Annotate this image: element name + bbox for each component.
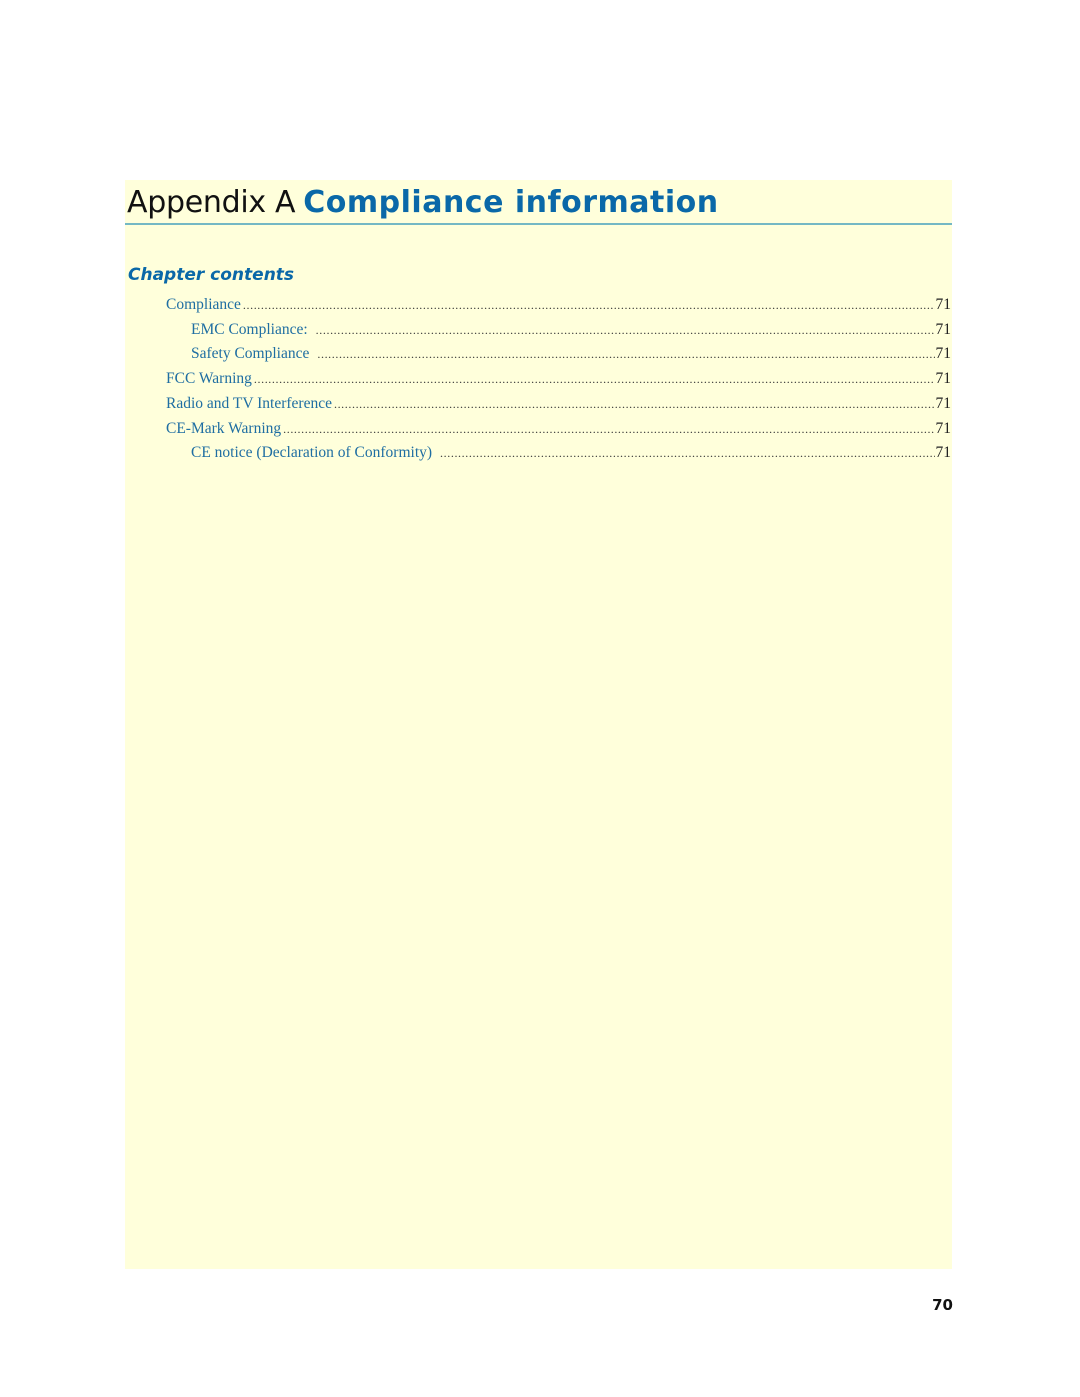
page-number: 70 <box>932 1296 953 1314</box>
toc-entry-ce-mark-warning[interactable]: CE-Mark Warning 71 <box>166 418 951 440</box>
toc-entry-page[interactable]: 71 <box>935 393 952 415</box>
dot-leader <box>254 368 935 390</box>
toc-entry-safety-compliance[interactable]: Safety Compliance 71 <box>191 343 951 365</box>
toc-entry-label[interactable]: CE notice (Declaration of Conformity) <box>191 442 440 464</box>
toc-entry-label[interactable]: Compliance <box>166 294 243 316</box>
toc-entry-label[interactable]: CE-Mark Warning <box>166 418 283 440</box>
toc-entry-label[interactable]: Radio and TV Interference <box>166 393 334 415</box>
toc-entry-fcc-warning[interactable]: FCC Warning 71 <box>166 368 951 390</box>
toc-entry-compliance[interactable]: Compliance 71 <box>166 294 951 316</box>
dot-leader <box>316 319 935 341</box>
toc-entry-radio-tv-interference[interactable]: Radio and TV Interference 71 <box>166 393 951 415</box>
page-title: Appendix A Compliance information <box>127 182 719 222</box>
toc-entry-page[interactable]: 71 <box>935 442 952 464</box>
toc-entry-label[interactable]: Safety Compliance <box>191 343 317 365</box>
dot-leader <box>283 418 934 440</box>
title-prefix: Appendix A <box>127 185 296 220</box>
dot-leader <box>317 343 934 365</box>
toc-entry-page[interactable]: 71 <box>935 368 952 390</box>
chapter-contents-heading: Chapter contents <box>128 265 295 285</box>
toc-entry-emc-compliance[interactable]: EMC Compliance: 71 <box>191 319 951 341</box>
toc-entry-label[interactable]: FCC Warning <box>166 368 254 390</box>
toc-entry-ce-notice[interactable]: CE notice (Declaration of Conformity) 71 <box>191 442 951 464</box>
dot-leader <box>243 294 935 316</box>
title-main: Compliance information <box>303 185 719 220</box>
chapter-panel: Appendix A Compliance information Chapte… <box>125 180 952 1269</box>
title-rule-divider <box>125 223 952 225</box>
dot-leader <box>440 442 934 464</box>
toc-entry-page[interactable]: 71 <box>935 343 952 365</box>
toc-entry-page[interactable]: 71 <box>935 294 952 316</box>
dot-leader <box>334 393 935 415</box>
toc-entry-page[interactable]: 71 <box>935 418 952 440</box>
toc-entry-label[interactable]: EMC Compliance: <box>191 319 316 341</box>
toc-entry-page[interactable]: 71 <box>935 319 952 341</box>
